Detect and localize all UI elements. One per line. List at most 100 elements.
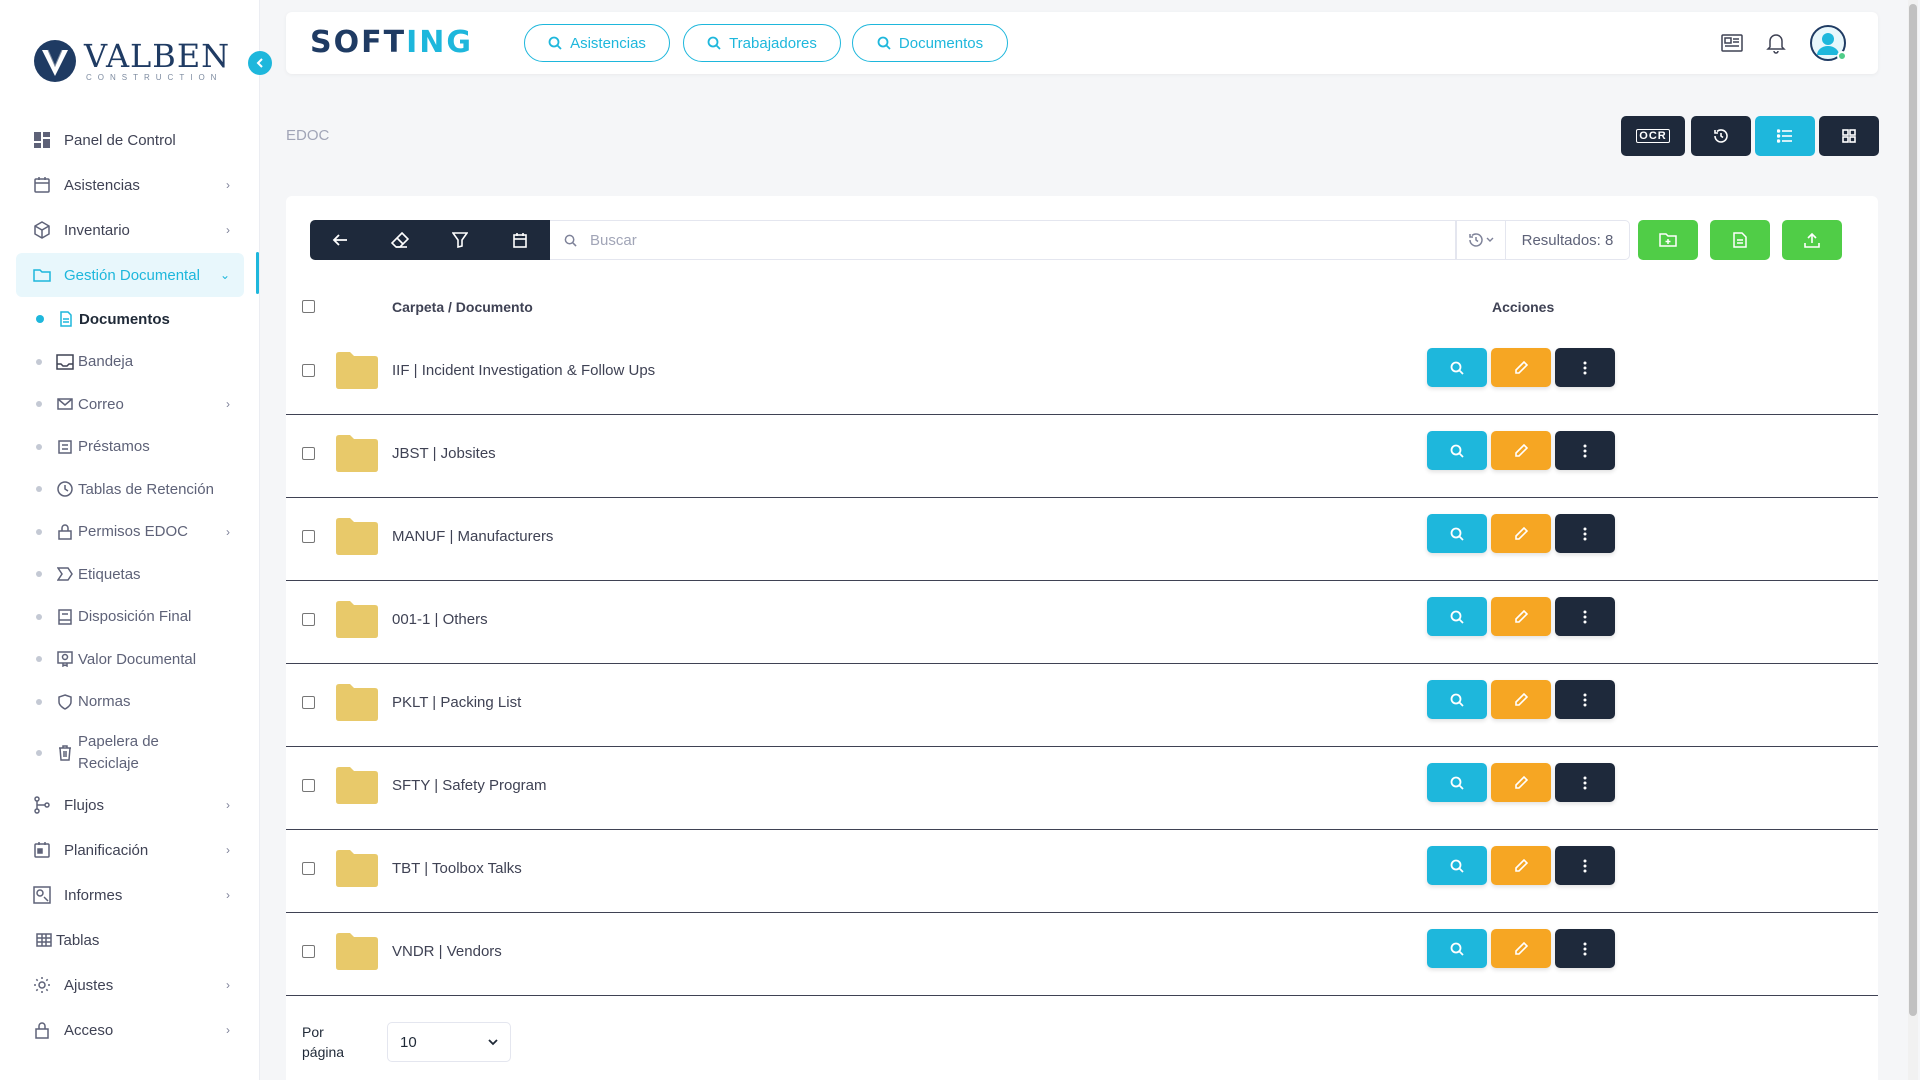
per-page-select[interactable]: 10	[387, 1022, 511, 1062]
date-filter-button[interactable]	[490, 220, 550, 260]
folder-icon	[336, 767, 378, 804]
edit-button[interactable]	[1491, 431, 1551, 470]
sidebar-subitem-permisos-edoc[interactable]: Permisos EDOC ›	[16, 511, 244, 554]
clear-filters-button[interactable]	[370, 220, 430, 260]
search-input[interactable]	[590, 231, 1455, 249]
sidebar-item-acceso[interactable]: Acceso ›	[16, 1008, 244, 1052]
sidebar-item-planificacion[interactable]: Planificación ›	[16, 828, 244, 872]
row-checkbox[interactable]	[302, 779, 315, 792]
scrollbar-thumb[interactable]	[1909, 4, 1917, 1016]
edit-button[interactable]	[1491, 763, 1551, 802]
row-checkbox[interactable]	[302, 696, 315, 709]
grid-view-button[interactable]	[1819, 116, 1879, 156]
sidebar-item-ajustes[interactable]: Ajustes ›	[16, 963, 244, 1007]
table-row[interactable]: MANUF | Manufacturers	[286, 498, 1878, 581]
sidebar-item-panel-de-control[interactable]: Panel de Control	[16, 118, 244, 162]
view-button[interactable]	[1427, 431, 1487, 470]
edit-button[interactable]	[1491, 597, 1551, 636]
folder-name[interactable]: JBST | Jobsites	[392, 445, 496, 462]
pencil-icon	[1515, 775, 1528, 789]
news-icon[interactable]	[1720, 31, 1744, 55]
view-button[interactable]	[1427, 348, 1487, 387]
edit-button[interactable]	[1491, 348, 1551, 387]
breadcrumb[interactable]: EDOC	[286, 127, 329, 144]
sidebar-subitem-valor-documental[interactable]: Valor Documental	[16, 638, 244, 681]
folder-name[interactable]: PKLT | Packing List	[392, 694, 521, 711]
bell-icon[interactable]	[1764, 31, 1788, 55]
edit-button[interactable]	[1491, 846, 1551, 885]
table-row[interactable]: VNDR | Vendors	[286, 913, 1878, 996]
folder-name[interactable]: SFTY | Safety Program	[392, 777, 547, 794]
view-button[interactable]	[1427, 929, 1487, 968]
search-history-dropdown[interactable]	[1456, 220, 1506, 260]
sidebar-subitem-prestamos[interactable]: Préstamos	[16, 426, 244, 469]
view-button[interactable]	[1427, 680, 1487, 719]
folder-name[interactable]: IIF | Incident Investigation & Follow Up…	[392, 362, 655, 379]
sidebar-subitem-etiquetas[interactable]: Etiquetas	[16, 553, 244, 596]
more-options-button[interactable]	[1555, 514, 1615, 553]
row-checkbox[interactable]	[302, 945, 315, 958]
more-options-button[interactable]	[1555, 597, 1615, 636]
table-row[interactable]: TBT | Toolbox Talks	[286, 830, 1878, 913]
sidebar-item-inventario[interactable]: Inventario ›	[16, 208, 244, 252]
sidebar-subitem-tablas-de-retencion[interactable]: Tablas de Retención	[16, 468, 244, 511]
sidebar-item-gestion-documental[interactable]: Gestión Documental ⌄	[16, 253, 244, 297]
edit-button[interactable]	[1491, 929, 1551, 968]
view-button[interactable]	[1427, 514, 1487, 553]
folder-name[interactable]: TBT | Toolbox Talks	[392, 860, 522, 877]
more-options-button[interactable]	[1555, 431, 1615, 470]
more-options-button[interactable]	[1555, 763, 1615, 802]
bullet	[36, 358, 42, 365]
new-folder-button[interactable]	[1638, 220, 1698, 260]
sidebar-subitem-documentos[interactable]: Documentos	[16, 298, 244, 341]
company-logo[interactable]: VALBEN CONSTRUCTION	[32, 38, 230, 84]
sidebar-subitem-correo[interactable]: Correo ›	[16, 383, 244, 426]
folder-name[interactable]: VNDR | Vendors	[392, 943, 502, 960]
sidebar-subitem-bandeja[interactable]: Bandeja	[16, 341, 244, 384]
sidebar-subitem-disposicion-final[interactable]: Disposición Final	[16, 596, 244, 639]
view-button[interactable]	[1427, 763, 1487, 802]
quick-search-trabajadores-button[interactable]: Trabajadores	[683, 24, 841, 62]
back-button[interactable]	[310, 220, 370, 260]
upload-button[interactable]	[1782, 220, 1842, 260]
folder-name[interactable]: MANUF | Manufacturers	[392, 528, 553, 545]
table-row[interactable]: SFTY | Safety Program	[286, 747, 1878, 830]
table-row[interactable]: 001-1 | Others	[286, 581, 1878, 664]
select-all-checkbox[interactable]	[302, 300, 315, 313]
sidebar-item-asistencias[interactable]: Asistencias ›	[16, 163, 244, 207]
row-checkbox[interactable]	[302, 530, 315, 543]
collapse-sidebar-button[interactable]	[248, 51, 272, 75]
more-options-button[interactable]	[1555, 929, 1615, 968]
view-button[interactable]	[1427, 597, 1487, 636]
table-row[interactable]: PKLT | Packing List	[286, 664, 1878, 747]
table-row[interactable]: IIF | Incident Investigation & Follow Up…	[286, 332, 1878, 415]
filter-button[interactable]	[430, 220, 490, 260]
softing-brand-logo[interactable]: SOFTING	[310, 28, 473, 58]
row-checkbox[interactable]	[302, 862, 315, 875]
row-checkbox[interactable]	[302, 364, 315, 377]
table-row[interactable]: JBST | Jobsites	[286, 415, 1878, 498]
more-options-button[interactable]	[1555, 846, 1615, 885]
row-checkbox[interactable]	[302, 447, 315, 460]
edit-button[interactable]	[1491, 680, 1551, 719]
more-options-button[interactable]	[1555, 680, 1615, 719]
sidebar-item-flujos[interactable]: Flujos ›	[16, 783, 244, 827]
page-scrollbar[interactable]	[1908, 0, 1918, 1080]
new-document-button[interactable]	[1710, 220, 1770, 260]
more-options-button[interactable]	[1555, 348, 1615, 387]
sidebar-subitem-normas[interactable]: Normas	[16, 681, 244, 724]
quick-search-documentos-button[interactable]: Documentos	[852, 24, 1008, 62]
history-button[interactable]	[1691, 116, 1751, 156]
edit-button[interactable]	[1491, 514, 1551, 553]
sidebar-subitem-papelera[interactable]: Papelera de Reciclaje	[16, 723, 244, 783]
view-button[interactable]	[1427, 846, 1487, 885]
list-view-button[interactable]	[1755, 116, 1815, 156]
ocr-button[interactable]: OCR	[1621, 116, 1685, 156]
folder-name[interactable]: 001-1 | Others	[392, 611, 488, 628]
sidebar-item-tablas[interactable]: Tablas	[16, 918, 244, 962]
quick-search-asistencias-button[interactable]: Asistencias	[524, 24, 670, 62]
sidebar-item-informes[interactable]: Informes ›	[16, 873, 244, 917]
row-checkbox[interactable]	[302, 613, 315, 626]
user-avatar[interactable]	[1810, 25, 1847, 61]
sidebar-subitem-label: Normas	[78, 693, 131, 711]
